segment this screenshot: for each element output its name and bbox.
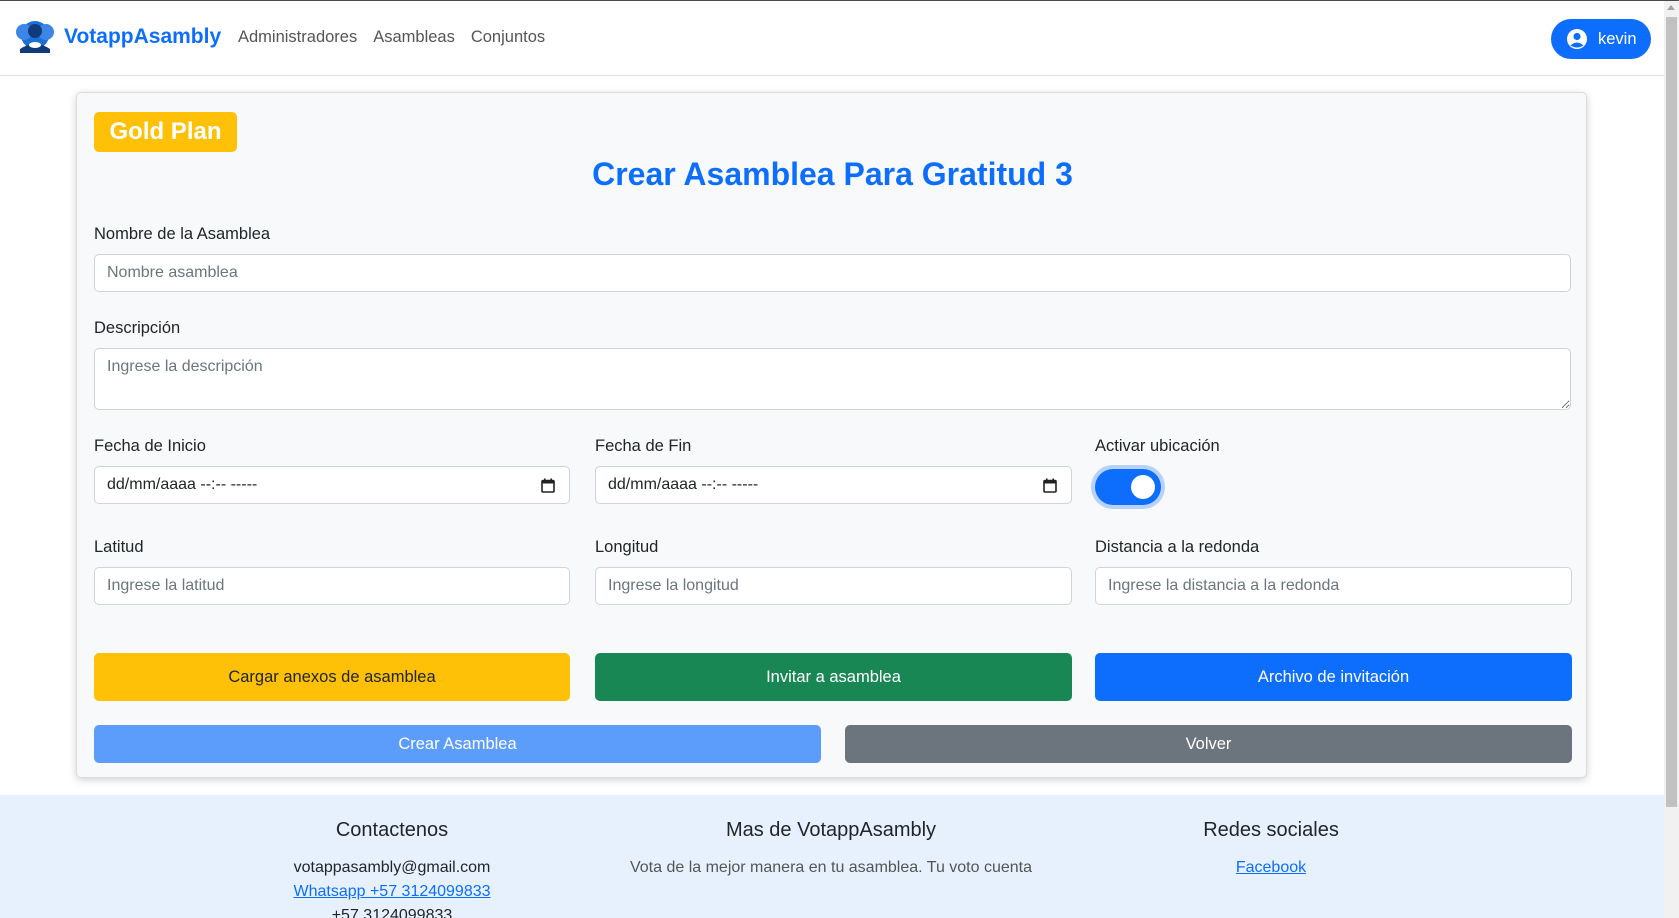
fecha-fin-input[interactable]: dd/mm/aaaa --:-- ----- [595, 466, 1072, 504]
footer-email: votappasambly@gmail.com [293, 859, 491, 876]
footer-social-heading: Redes sociales [1203, 819, 1339, 841]
footer-facebook-link[interactable]: Facebook [1121, 856, 1421, 880]
ubicacion-toggle[interactable] [1095, 469, 1161, 505]
archivo-invitacion-button[interactable]: Archivo de invitación [1095, 653, 1572, 701]
page-scrollbar[interactable] [1664, 1, 1679, 918]
latitud-input[interactable] [94, 567, 570, 605]
footer-phone: +57 3124099833 [331, 907, 453, 918]
descripcion-textarea[interactable] [94, 348, 1571, 410]
footer-about: Mas de VotappAsambly Vota de la mejor ma… [581, 819, 1081, 880]
footer-social: Redes sociales Facebook [1121, 819, 1421, 880]
volver-button[interactable]: Volver [845, 725, 1572, 763]
footer-contact-heading: Contactenos [335, 819, 449, 841]
footer-about-text: Vota de la mejor manera en tu asamblea. … [629, 859, 1033, 876]
cargar-anexos-button[interactable]: Cargar anexos de asamblea [94, 653, 570, 701]
user-name: kevin [1598, 29, 1637, 48]
toggle-knob [1131, 475, 1155, 499]
footer: Contactenos votappasambly@gmail.com What… [0, 795, 1664, 918]
descripcion-label: Descripción [94, 319, 181, 337]
longitud-input[interactable] [595, 567, 1072, 605]
fecha-fin-label: Fecha de Fin [595, 437, 692, 455]
brand-name: VotappAsambly [64, 25, 222, 48]
brand-logo-icon [16, 21, 54, 53]
crear-asamblea-button[interactable]: Crear Asamblea [94, 725, 821, 763]
nav-link-asambleas[interactable]: Asambleas [373, 28, 455, 47]
fecha-inicio-value: dd/mm/aaaa --:-- ----- [107, 476, 258, 493]
distancia-label: Distancia a la redonda [1095, 538, 1260, 556]
nav-links: Administradores Asambleas Conjuntos [238, 28, 561, 47]
fecha-inicio-label: Fecha de Inicio [94, 437, 206, 455]
user-circle-icon [1567, 29, 1587, 49]
fecha-fin-value: dd/mm/aaaa --:-- ----- [608, 476, 759, 493]
scroll-up-arrow-icon[interactable] [1667, 5, 1675, 10]
invitar-button[interactable]: Invitar a asamblea [595, 653, 1072, 701]
nombre-input[interactable] [94, 254, 1571, 292]
footer-about-heading: Mas de VotappAsambly [725, 819, 937, 841]
create-assembly-card: Gold Plan Crear Asamblea Para Gratitud 3… [76, 92, 1587, 778]
user-menu-button[interactable]: kevin [1551, 19, 1651, 59]
ubicacion-label: Activar ubicación [1095, 437, 1220, 455]
nombre-label: Nombre de la Asamblea [94, 225, 271, 243]
nav-link-administradores[interactable]: Administradores [238, 28, 357, 47]
fecha-inicio-input[interactable]: dd/mm/aaaa --:-- ----- [94, 466, 570, 504]
footer-whatsapp-link[interactable]: Whatsapp +57 3124099833 [242, 880, 542, 904]
nav-link-conjuntos[interactable]: Conjuntos [471, 28, 545, 47]
calendar-icon[interactable] [541, 478, 555, 493]
calendar-icon[interactable] [1043, 478, 1057, 493]
latitud-label: Latitud [94, 538, 144, 556]
distancia-input[interactable] [1095, 567, 1572, 605]
scrollbar-thumb[interactable] [1666, 17, 1677, 807]
navbar: VotappAsambly Administradores Asambleas … [0, 1, 1664, 76]
longitud-label: Longitud [595, 538, 659, 556]
page-title: Crear Asamblea Para Gratitud 3 [592, 156, 1073, 192]
brand[interactable]: VotappAsambly [12, 19, 221, 55]
plan-badge: Gold Plan [94, 112, 237, 152]
footer-contact: Contactenos votappasambly@gmail.com What… [242, 819, 542, 918]
